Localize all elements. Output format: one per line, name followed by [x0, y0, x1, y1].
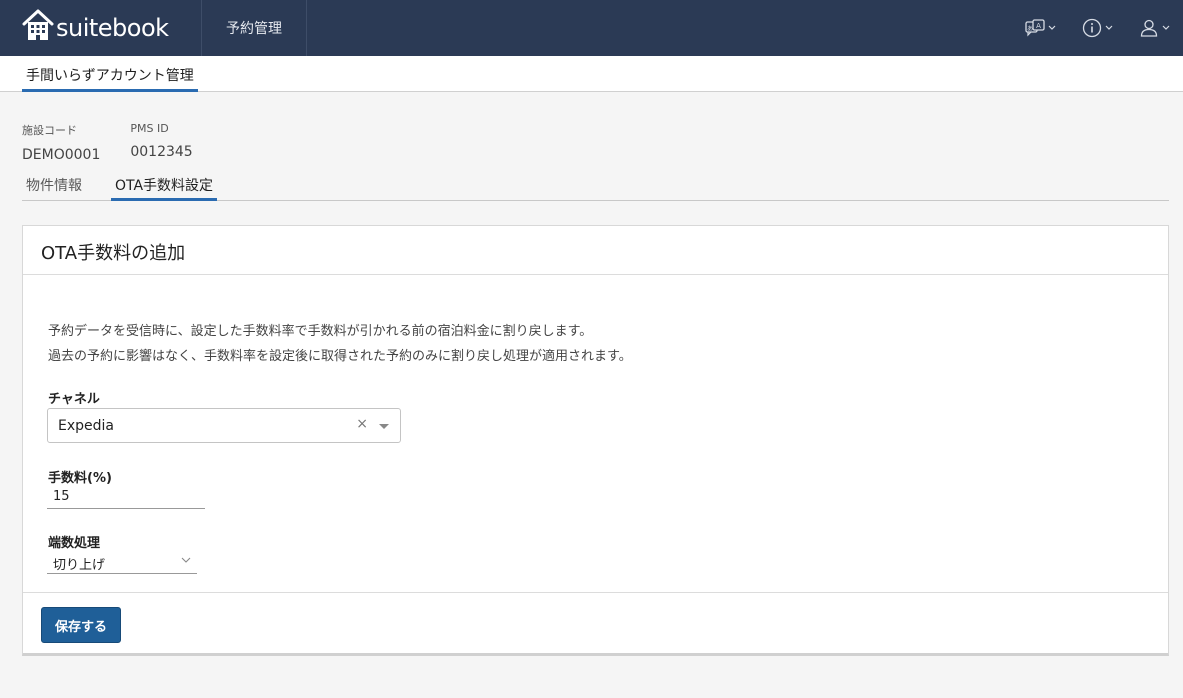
chevron-down-icon	[1105, 25, 1113, 30]
nav-reservation-management[interactable]: 予約管理	[202, 0, 307, 56]
pms-id-field: PMS ID 0012345	[130, 122, 192, 163]
top-navbar: suitebook 予約管理 A あ	[0, 0, 1183, 56]
channel-label: チャネル	[48, 392, 100, 407]
svg-text:あ: あ	[1027, 26, 1033, 33]
clear-icon[interactable]: ×	[356, 416, 368, 432]
channel-selected-value: Expedia	[58, 418, 114, 434]
language-menu[interactable]: A あ	[1012, 0, 1069, 56]
chevron-down-icon	[1162, 25, 1170, 30]
tab-property-info[interactable]: 物件情報	[22, 174, 86, 201]
chevron-down-icon	[1048, 25, 1056, 30]
fee-input[interactable]: 15	[47, 487, 205, 509]
svg-text:A: A	[1036, 22, 1041, 30]
user-menu[interactable]	[1126, 0, 1183, 56]
tab-ota-fee-settings[interactable]: OTA手数料設定	[111, 174, 218, 201]
description-line-2: 過去の予約に影響はなく、手数料率を設定後に取得された予約のみに割り戻し処理が適用…	[48, 349, 632, 364]
save-button[interactable]: 保存する	[41, 607, 121, 643]
info-icon	[1082, 18, 1102, 38]
channel-select[interactable]: Expedia ×	[47, 408, 401, 443]
sub-navbar: 手間いらずアカウント管理	[0, 56, 1183, 92]
rounding-selected-value: 切り上げ	[53, 558, 106, 573]
translate-icon: A あ	[1025, 19, 1045, 37]
user-icon	[1140, 19, 1158, 37]
description-line-1: 予約データを受信時に、設定した手数料率で手数料が引かれる前の宿泊料金に割り戻しま…	[48, 324, 593, 339]
property-code-value: DEMO0001	[22, 147, 101, 163]
property-code-label: 施設コード	[22, 124, 77, 137]
fee-input-value: 15	[53, 489, 70, 504]
hotel-building-icon	[22, 9, 54, 40]
property-info: 施設コード DEMO0001 PMS ID 0012345	[22, 122, 223, 163]
card-title: OTA手数料の追加	[23, 226, 1168, 275]
card-body: 予約データを受信時に、設定した手数料率で手数料が引かれる前の宿泊料金に割り戻しま…	[23, 275, 1168, 593]
tab-account-management[interactable]: 手間いらずアカウント管理	[22, 56, 198, 92]
brand-logo[interactable]: suitebook	[0, 0, 202, 56]
rounding-label: 端数処理	[48, 536, 101, 551]
pms-id-label: PMS ID	[130, 122, 169, 135]
info-menu[interactable]	[1069, 0, 1126, 56]
caret-down-icon[interactable]	[379, 424, 389, 429]
fee-label: 手数料(%)	[48, 471, 112, 486]
chevron-down-icon	[181, 557, 191, 563]
ota-fee-card: OTA手数料の追加 予約データを受信時に、設定した手数料率で手数料が引かれる前の…	[22, 225, 1169, 656]
content-tabs: 物件情報 OTA手数料設定	[22, 174, 1169, 201]
property-code-field: 施設コード DEMO0001	[22, 122, 100, 163]
pms-id-value: 0012345	[130, 144, 193, 160]
description: 予約データを受信時に、設定した手数料率で手数料が引かれる前の宿泊料金に割り戻しま…	[48, 319, 632, 369]
brand-name: suitebook	[56, 14, 169, 42]
rounding-select[interactable]: 切り上げ	[47, 552, 197, 574]
